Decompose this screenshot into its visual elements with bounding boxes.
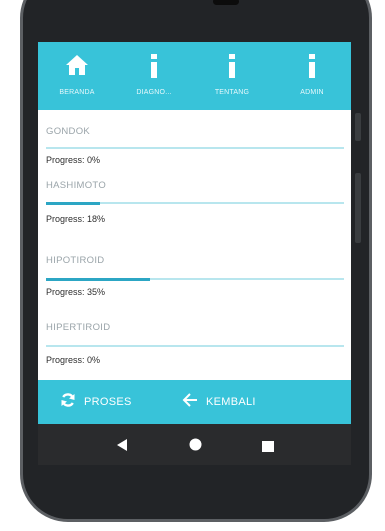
top-tab-bar: BERANDA DIAGNO... TENTANG ADMIN bbox=[38, 42, 351, 110]
arrow-left-icon bbox=[182, 392, 198, 412]
progress-bar bbox=[46, 147, 344, 149]
tab-label: DIAGNO... bbox=[136, 89, 172, 96]
disease-name: GONDOK bbox=[46, 126, 91, 137]
info-icon bbox=[308, 54, 316, 83]
back-label: KEMBALI bbox=[206, 396, 256, 408]
progress-text: Progress: 0% bbox=[46, 155, 101, 165]
tab-admin[interactable]: ADMIN bbox=[276, 42, 348, 110]
home-circle-icon[interactable] bbox=[189, 438, 202, 456]
disease-name: HIPOTIROID bbox=[46, 255, 105, 266]
progress-fill bbox=[46, 202, 100, 205]
tab-label: TENTANG bbox=[214, 89, 250, 96]
progress-text: Progress: 18% bbox=[46, 214, 106, 224]
system-nav-bar bbox=[38, 424, 351, 465]
recents-icon[interactable] bbox=[262, 439, 274, 457]
tab-diagnosa[interactable]: DIAGNO... bbox=[118, 42, 190, 110]
app-screen: BERANDA DIAGNO... TENTANG ADMIN GONDOK P… bbox=[38, 42, 351, 465]
progress-text: Progress: 0% bbox=[46, 355, 101, 365]
power-button bbox=[355, 173, 361, 243]
refresh-icon bbox=[60, 392, 76, 413]
process-label: PROSES bbox=[84, 396, 132, 408]
back-icon[interactable] bbox=[116, 438, 128, 456]
info-icon bbox=[228, 54, 236, 83]
tab-tentang[interactable]: TENTANG bbox=[196, 42, 268, 110]
progress-bar bbox=[46, 278, 344, 281]
tab-label: ADMIN bbox=[300, 89, 324, 96]
bottom-action-bar: PROSES KEMBALI bbox=[38, 380, 351, 424]
progress-bar bbox=[46, 202, 344, 205]
process-button[interactable]: PROSES bbox=[60, 380, 132, 424]
tab-label: BERANDA bbox=[59, 89, 95, 96]
speaker-grille bbox=[213, 0, 239, 5]
home-icon bbox=[65, 54, 89, 81]
volume-button bbox=[355, 113, 361, 141]
info-icon bbox=[150, 54, 158, 83]
tab-beranda[interactable]: BERANDA bbox=[38, 42, 116, 110]
progress-bar bbox=[46, 345, 344, 347]
disease-name: HIPERTIROID bbox=[46, 322, 111, 333]
disease-name: HASHIMOTO bbox=[46, 180, 107, 191]
back-button[interactable]: KEMBALI bbox=[182, 380, 256, 424]
progress-fill bbox=[46, 278, 151, 281]
progress-text: Progress: 35% bbox=[46, 287, 106, 297]
disease-progress-list: GONDOK Progress: 0% HASHIMOTO Progress: … bbox=[38, 110, 351, 380]
